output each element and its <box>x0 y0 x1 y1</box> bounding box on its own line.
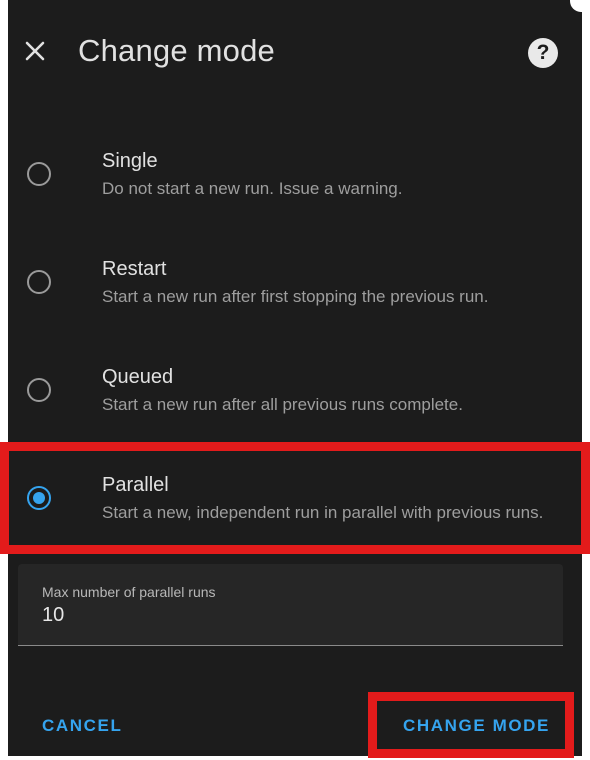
cancel-button[interactable]: CANCEL <box>42 716 122 736</box>
dialog-title: Change mode <box>78 33 275 68</box>
radio-queued[interactable] <box>27 378 51 402</box>
max-parallel-runs-input[interactable] <box>42 604 522 627</box>
field-label: Max number of parallel runs <box>42 584 216 600</box>
radio-selected-dot <box>33 492 45 504</box>
change-mode-button[interactable]: CHANGE MODE <box>403 716 550 736</box>
radio-parallel[interactable] <box>27 486 51 510</box>
close-button[interactable] <box>20 36 50 66</box>
option-label: Single <box>102 150 158 172</box>
help-circle-icon: ? <box>536 41 550 64</box>
mode-option-single[interactable]: Single Do not start a new run. Issue a w… <box>8 120 582 228</box>
option-label: Queued <box>102 366 174 388</box>
close-icon <box>25 41 45 61</box>
radio-single[interactable] <box>27 162 51 186</box>
change-mode-dialog: Change mode ? Single Do not start a new … <box>8 0 582 756</box>
option-description: Do not start a new run. Issue a warning. <box>102 179 403 198</box>
mode-option-queued[interactable]: Queued Start a new run after all previou… <box>8 336 582 444</box>
option-description: Start a new run after first stopping the… <box>102 287 489 306</box>
radio-restart[interactable] <box>27 270 51 294</box>
help-button[interactable]: ? <box>528 38 558 68</box>
mode-option-restart[interactable]: Restart Start a new run after first stop… <box>8 228 582 336</box>
mode-option-parallel[interactable]: Parallel Start a new, independent run in… <box>8 444 582 552</box>
option-label: Parallel <box>102 474 169 496</box>
max-parallel-runs-field[interactable]: Max number of parallel runs <box>18 564 563 646</box>
dialog-header: Change mode ? <box>8 0 582 106</box>
option-description: Start a new run after all previous runs … <box>102 395 463 414</box>
option-label: Restart <box>102 258 167 280</box>
option-description: Start a new, independent run in parallel… <box>102 503 544 522</box>
